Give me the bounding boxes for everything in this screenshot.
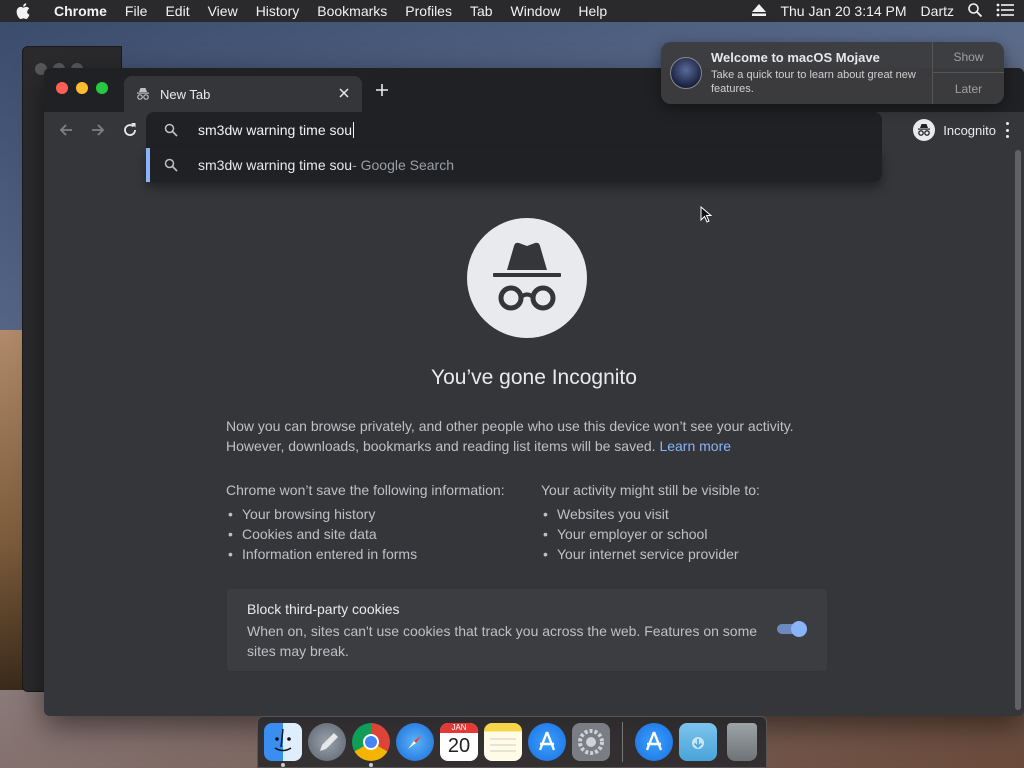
- mouse-cursor-icon: [700, 206, 713, 223]
- macos-mojave-icon: [670, 57, 702, 89]
- spotlight-search-icon[interactable]: [968, 2, 983, 20]
- still-visible-heading: Your activity might still be visible to:: [541, 482, 760, 498]
- dock-separator: [622, 722, 623, 762]
- notification-later-button[interactable]: Later: [933, 73, 1004, 104]
- menu-view[interactable]: View: [208, 3, 238, 19]
- chrome-icon[interactable]: [352, 723, 390, 767]
- app-store-icon[interactable]: [528, 723, 566, 761]
- menu-user[interactable]: Dartz: [921, 3, 954, 19]
- list-item: Your browsing history: [226, 504, 505, 524]
- selection-indicator: [146, 148, 150, 182]
- new-tab-button[interactable]: [374, 82, 392, 100]
- profile-label: Incognito: [943, 122, 996, 138]
- list-item: Your employer or school: [541, 524, 760, 544]
- reload-icon[interactable]: [120, 120, 140, 140]
- incognito-avatar-icon: [913, 119, 936, 141]
- list-item: Cookies and site data: [226, 524, 505, 544]
- cookie-description: When on, sites can't use cookies that tr…: [247, 623, 758, 659]
- omnibox-suggestion[interactable]: sm3dw warning time sou - Google Search: [146, 148, 882, 182]
- close-tab-icon[interactable]: [336, 85, 352, 101]
- toolbar: sm3dw warning time sou Incognito: [44, 112, 1024, 148]
- calendar-icon[interactable]: JAN 20: [440, 723, 478, 761]
- suggestion-query: sm3dw warning time sou: [198, 157, 353, 173]
- list-item: Information entered in forms: [226, 544, 505, 564]
- dock: JAN 20: [257, 716, 767, 768]
- calendar-month: JAN: [440, 723, 478, 733]
- incognito-page: You’ve gone Incognito Now you can browse…: [44, 148, 1024, 716]
- app-store-download-icon[interactable]: [635, 723, 673, 761]
- list-item: Your internet service provider: [541, 544, 760, 564]
- tab-title: New Tab: [160, 86, 211, 102]
- menu-bar: Chrome File Edit View History Bookmarks …: [0, 0, 1024, 22]
- apple-icon[interactable]: [16, 3, 36, 19]
- incognito-hero-icon: [467, 218, 587, 338]
- intro-paragraph: Now you can browse privately, and other …: [226, 416, 826, 456]
- learn-more-link[interactable]: Learn more: [659, 438, 731, 454]
- menu-edit[interactable]: Edit: [165, 3, 189, 19]
- list-item: Websites you visit: [541, 504, 760, 524]
- not-saved-section: Chrome won’t save the following informat…: [226, 480, 505, 564]
- calendar-day: 20: [447, 735, 471, 757]
- forward-arrow-icon[interactable]: [88, 120, 108, 140]
- notification-body: Take a quick tour to learn about great n…: [711, 69, 916, 95]
- menu-help[interactable]: Help: [578, 3, 607, 19]
- zoom-window-button[interactable]: [96, 82, 108, 94]
- search-icon: [164, 158, 178, 172]
- address-bar-text[interactable]: sm3dw warning time sou: [198, 122, 352, 138]
- launchpad-icon[interactable]: [308, 723, 346, 761]
- notes-icon[interactable]: [484, 723, 522, 761]
- eject-icon[interactable]: [752, 3, 767, 19]
- menu-profiles[interactable]: Profiles: [405, 3, 452, 19]
- trash-icon[interactable]: [727, 723, 757, 761]
- close-window-button[interactable]: [56, 82, 68, 94]
- suggestion-suffix: - Google Search: [352, 157, 455, 173]
- scrollbar[interactable]: [1014, 150, 1022, 712]
- notification-center-icon[interactable]: [996, 3, 1014, 20]
- cookie-controls-card: Block third-party cookies When on, sites…: [227, 589, 827, 671]
- notification-show-button[interactable]: Show: [933, 42, 1004, 73]
- search-icon: [164, 123, 178, 137]
- system-preferences-icon[interactable]: [572, 723, 610, 761]
- still-visible-section: Your activity might still be visible to:…: [541, 480, 760, 564]
- menu-window[interactable]: Window: [511, 3, 561, 19]
- cookie-title: Block third-party cookies: [247, 601, 400, 617]
- menu-tab[interactable]: Tab: [470, 3, 493, 19]
- chrome-menu-icon[interactable]: [1006, 122, 1010, 138]
- page-title: You’ve gone Incognito: [431, 366, 637, 389]
- not-saved-heading: Chrome won’t save the following informat…: [226, 482, 505, 498]
- chrome-window: New Tab sm3dw warning time sou Incognito…: [44, 68, 1024, 716]
- menu-bookmarks[interactable]: Bookmarks: [317, 3, 387, 19]
- safari-icon[interactable]: [396, 723, 434, 761]
- tab-new-tab[interactable]: New Tab: [124, 76, 362, 112]
- menu-history[interactable]: History: [256, 3, 300, 19]
- downloads-folder-icon[interactable]: [679, 723, 717, 761]
- window-controls: [56, 82, 108, 94]
- back-arrow-icon[interactable]: [56, 120, 76, 140]
- incognito-icon: [136, 87, 150, 101]
- menu-app-name[interactable]: Chrome: [54, 3, 107, 19]
- notification-title: Welcome to macOS Mojave: [711, 50, 880, 65]
- mojave-notification[interactable]: Welcome to macOS Mojave Take a quick tou…: [661, 42, 1004, 104]
- menu-clock[interactable]: Thu Jan 20 3:14 PM: [780, 3, 906, 19]
- address-bar[interactable]: sm3dw warning time sou: [146, 112, 882, 148]
- finder-icon[interactable]: [264, 723, 302, 767]
- text-cursor: [353, 122, 355, 138]
- block-cookies-toggle[interactable]: [775, 621, 807, 637]
- minimize-window-button[interactable]: [76, 82, 88, 94]
- menu-file[interactable]: File: [125, 3, 148, 19]
- profile-incognito-button[interactable]: Incognito: [913, 117, 996, 143]
